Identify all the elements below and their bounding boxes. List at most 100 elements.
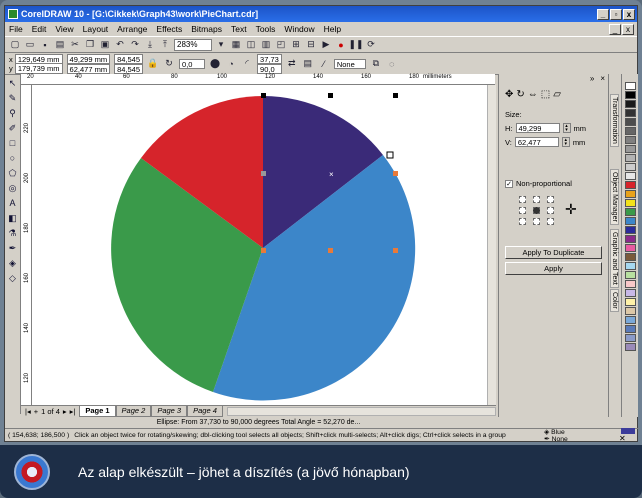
shape-tool-icon[interactable]: ✎ [9,93,17,104]
position-tab-icon[interactable]: ✥ [505,89,513,100]
print-icon[interactable]: ▤ [54,39,66,51]
palette-swatch[interactable] [624,109,636,117]
redo-icon[interactable]: ↷ [129,39,141,51]
stop-icon[interactable]: ❚❚ [348,39,363,51]
first-page-icon[interactable]: |◂ [25,407,31,416]
cut-icon[interactable]: ✂ [69,39,81,51]
options-icon[interactable]: ▥ [260,39,272,51]
tab-page-1[interactable]: Page 1 [79,406,116,417]
selection-handle[interactable] [393,171,398,176]
minimize-button[interactable]: _ [597,8,609,20]
palette-swatch[interactable] [624,334,636,342]
scale-tab-icon[interactable]: ⇔ [528,89,538,100]
docker-expand-icon[interactable]: » [590,74,594,85]
close-button[interactable]: x [623,8,635,20]
zoom-level-select[interactable]: 283% [174,38,212,51]
paste-icon[interactable]: ▣ [99,39,111,51]
snap-icon[interactable]: ◰ [275,39,287,51]
horizontal-scrollbar[interactable] [226,407,496,416]
palette-swatch[interactable] [624,244,636,252]
selection-handle[interactable] [393,93,398,98]
menu-edit[interactable]: Edit [32,24,47,34]
palette-swatch[interactable] [624,154,636,162]
palette-swatch[interactable] [624,127,636,135]
last-page-icon[interactable]: ▸| [70,407,76,416]
palette-swatch[interactable] [624,343,636,351]
menu-layout[interactable]: Layout [83,24,109,34]
fill-tool-icon[interactable]: ◈ [9,258,16,269]
pie-mode-icon[interactable]: ◔ [225,58,237,70]
restore-button[interactable]: ▫ [610,8,622,20]
palette-swatch[interactable] [624,217,636,225]
palette-swatch[interactable] [624,190,636,198]
add-page-icon[interactable]: + [34,407,38,416]
scale-y-field[interactable]: 84,545 [114,63,144,74]
rotation-field[interactable]: 0,0 [179,58,206,69]
lock-ratio-icon[interactable]: 🔒 [147,58,159,70]
to-front-icon[interactable]: ⧉ [370,58,382,70]
menu-text[interactable]: Text [231,24,247,34]
direction-icon[interactable]: ⇄ [286,58,298,70]
palette-swatch[interactable] [624,307,636,315]
palette-swatch[interactable] [624,136,636,144]
menu-effects[interactable]: Effects [156,24,182,34]
end-angle-field[interactable]: 90,0 [257,63,282,74]
palette-swatch[interactable] [624,163,636,171]
skew-tab-icon[interactable]: ▱ [553,89,561,100]
palette-swatch[interactable] [624,226,636,234]
tab-page-4[interactable]: Page 4 [187,406,223,417]
start-angle-field[interactable]: 37,73 [257,53,282,64]
outline-pen-icon[interactable]: ⁄ [318,58,330,70]
docker-close-icon[interactable]: × [600,74,605,85]
menu-window[interactable]: Window [284,24,314,34]
pick-tool-icon[interactable]: ↖ [9,78,17,89]
arc-mode-icon[interactable]: ◜ [241,58,253,70]
zoom-tool-icon[interactable]: ⚲ [9,108,16,119]
play-icon[interactable]: ▶ [320,39,332,51]
ellipse-mode-icon[interactable]: ⬤ [209,58,221,70]
undo-icon[interactable]: ↶ [114,39,126,51]
copy-icon[interactable]: ❐ [84,39,96,51]
palette-swatch[interactable] [624,271,636,279]
v-spinner[interactable]: ▴ ▾ [561,137,570,147]
interactive-fill-icon[interactable]: ◧ [8,213,17,224]
width-field[interactable]: 49,299 mm [66,53,111,64]
next-page-icon[interactable]: ▸ [63,407,67,416]
menu-tools[interactable]: Tools [256,24,276,34]
text-tool-icon[interactable]: A [9,198,15,209]
palette-swatch[interactable] [624,118,636,126]
h-spinner[interactable]: ▴ ▾ [562,123,571,133]
polygon-tool-icon[interactable]: ⬠ [9,168,17,179]
selection-handle[interactable] [261,93,266,98]
rotate-icon[interactable]: ↻ [163,58,175,70]
palette-swatch[interactable] [624,325,636,333]
palette-swatch[interactable] [624,262,636,270]
palette-swatch[interactable] [624,199,636,207]
palette-swatch[interactable] [624,145,636,153]
palette-swatch[interactable] [624,289,636,297]
size-v-input[interactable]: 62,477 [514,137,559,147]
transform-icon[interactable]: ⊞ [290,39,302,51]
tab-transformation[interactable]: Transformation [610,94,619,147]
freehand-tool-icon[interactable]: ✐ [9,123,17,134]
palette-swatch[interactable] [624,91,636,99]
menu-help[interactable]: Help [324,24,341,34]
interactive-tool-icon[interactable]: ◇ [9,273,16,284]
anchor-grid[interactable]: ✛ [519,196,577,226]
nonproportional-checkbox[interactable]: ✓ [505,179,513,188]
rectangle-tool-icon[interactable]: □ [10,138,15,149]
selection-handle[interactable] [328,248,333,253]
export-icon[interactable]: ⤒ [159,39,171,51]
spiral-tool-icon[interactable]: ◎ [9,183,17,194]
palette-swatch[interactable] [624,82,636,90]
tab-object-manager[interactable]: Object Manager [610,169,619,225]
drawing-canvas[interactable]: × [32,85,487,405]
record-icon[interactable]: ● [335,39,347,51]
scale-x-field[interactable]: 84,545 [114,53,144,64]
vertical-scrollbar[interactable] [487,85,496,405]
menu-file[interactable]: File [9,24,23,34]
size-tab-icon[interactable]: ⬚ [541,89,550,100]
tab-graphic-and-text[interactable]: Graphic and Text [610,229,619,288]
palette-swatch[interactable] [624,298,636,306]
chevron-down-icon[interactable]: ▾ [215,39,227,51]
